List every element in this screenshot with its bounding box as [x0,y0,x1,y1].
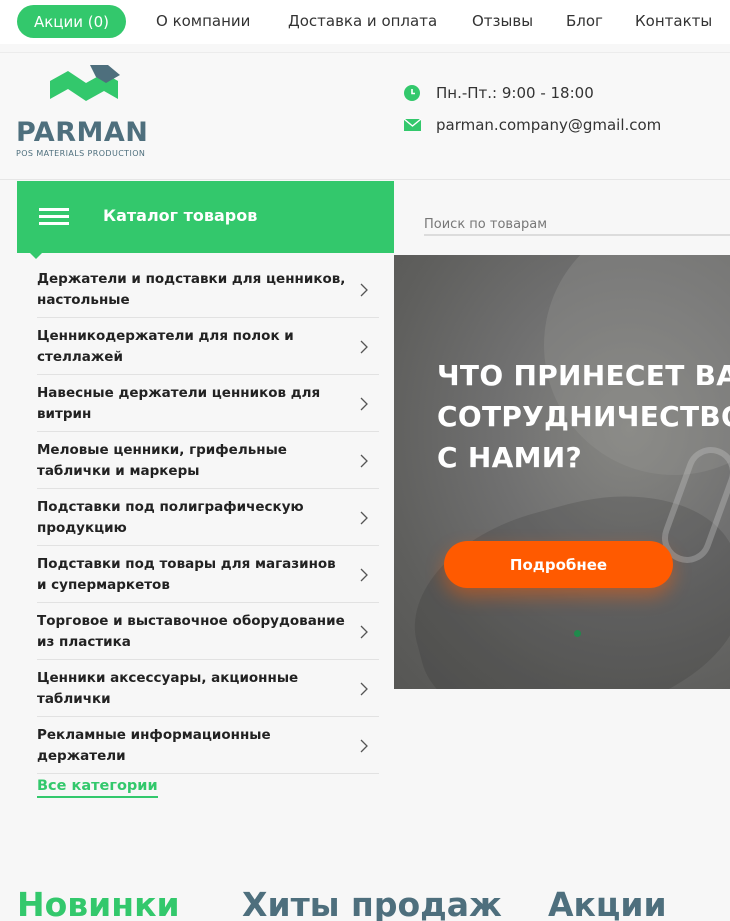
tab-bestsellers[interactable]: Хиты продаж [242,885,502,921]
catalog-item[interactable]: Подставки под товары для магазинов и суп… [37,546,379,603]
catalog-item[interactable]: Навесные держатели ценников для витрин [37,375,379,432]
catalog-notch [30,253,42,259]
logo-icon [50,65,120,101]
banner-title: ЧТО ПРИНЕСЕТ ВАМ СОТРУДНИЧЕСТВО С НАМИ? [437,355,730,478]
chevron-right-icon [360,739,368,753]
top-nav: Акции (0) О компании Доставка и оплата О… [0,0,730,44]
slider-dot[interactable] [574,630,581,637]
catalog-item[interactable]: Ценникодержатели для полок и стеллажей [37,318,379,375]
catalog-item-label: Меловые ценники, грифельные таблички и м… [37,442,287,479]
catalog-item[interactable]: Меловые ценники, грифельные таблички и м… [37,432,379,489]
catalog-item-label: Навесные держатели ценников для витрин [37,385,321,422]
tab-new[interactable]: Новинки [17,885,180,921]
chevron-right-icon [360,283,368,297]
mail-icon [404,119,421,131]
tab-sales[interactable]: Акции [548,885,667,921]
email-contact[interactable]: parman.company@gmail.com [404,116,661,134]
catalog-list: Держатели и подставки для ценников, наст… [37,261,379,774]
banner-title-line: ЧТО ПРИНЕСЕТ ВАМ [437,359,730,392]
chevron-right-icon [360,511,368,525]
nav-link-blog[interactable]: Блог [566,12,603,30]
search-input[interactable] [424,208,730,234]
catalog-item[interactable]: Рекламные информационные держатели [37,717,379,774]
logo[interactable]: PARMAN POS MATERIALS PRODUCTION [16,65,156,160]
site-header: PARMAN POS MATERIALS PRODUCTION Пн.-Пт.:… [0,52,730,180]
catalog-item-label: Ценники аксессуары, акционные таблички [37,670,299,707]
chevron-right-icon [360,340,368,354]
more-button[interactable]: Подробнее [444,541,673,588]
chevron-right-icon [360,568,368,582]
catalog-item-label: Торговое и выставочное оборудование из п… [37,613,345,650]
catalog-item-label: Ценникодержатели для полок и стеллажей [37,328,294,365]
catalog-item-label: Подставки под товары для магазинов и суп… [37,556,336,593]
catalog-item[interactable]: Ценники аксессуары, акционные таблички [37,660,379,717]
promo-button[interactable]: Акции (0) [17,5,126,38]
promo-banner: ЧТО ПРИНЕСЕТ ВАМ СОТРУДНИЧЕСТВО С НАМИ? … [394,255,730,689]
logo-text: PARMAN [16,117,149,148]
banner-title-line: СОТРУДНИЧЕСТВО [437,400,730,433]
chevron-right-icon [360,397,368,411]
catalog-item[interactable]: Держатели и подставки для ценников, наст… [37,261,379,318]
catalog-item[interactable]: Торговое и выставочное оборудование из п… [37,603,379,660]
working-hours: Пн.-Пт.: 9:00 - 18:00 [404,84,594,102]
chevron-right-icon [360,682,368,696]
email-text[interactable]: parman.company@gmail.com [436,116,661,134]
all-categories-link[interactable]: Все категории [37,778,158,798]
hours-text: Пн.-Пт.: 9:00 - 18:00 [436,84,594,102]
clock-icon [404,85,421,101]
catalog-item-label: Держатели и подставки для ценников, наст… [37,271,346,308]
nav-link-contacts[interactable]: Контакты [635,12,712,30]
nav-link-delivery[interactable]: Доставка и оплата [288,12,437,30]
nav-link-reviews[interactable]: Отзывы [472,12,533,30]
catalog-item[interactable]: Подставки под полиграфическую продукцию [37,489,379,546]
logo-subtitle: POS MATERIALS PRODUCTION [16,149,146,158]
nav-link-about[interactable]: О компании [156,12,250,30]
banner-title-line: С НАМИ? [437,441,583,474]
chevron-right-icon [360,454,368,468]
search-bar [424,208,730,236]
menu-icon [39,208,69,226]
catalog-item-label: Рекламные информационные держатели [37,727,271,764]
catalog-title: Каталог товаров [103,206,258,225]
chevron-right-icon [360,625,368,639]
catalog-toggle[interactable]: Каталог товаров [17,181,394,253]
catalog-item-label: Подставки под полиграфическую продукцию [37,499,304,536]
